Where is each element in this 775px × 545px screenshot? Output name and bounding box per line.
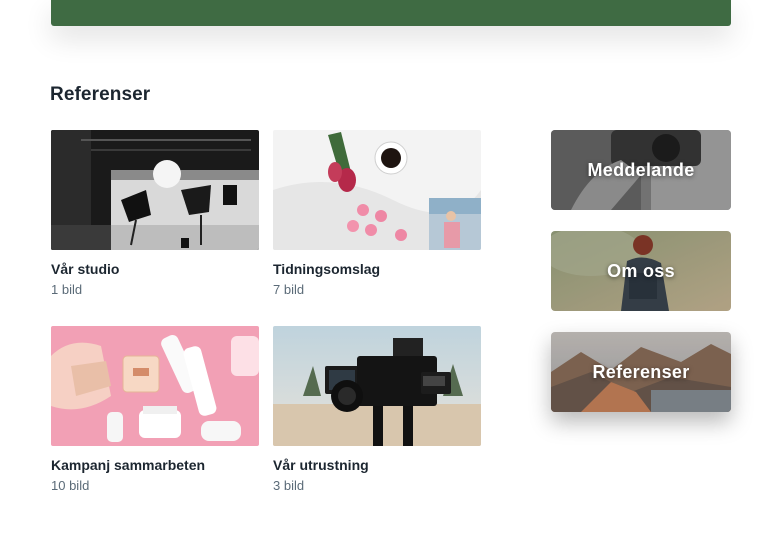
album-thumbnail-studio[interactable] — [51, 130, 259, 250]
album-card-campaign[interactable]: Kampanj sammarbeten 10 bild — [51, 326, 259, 494]
nav-tile-label: Referenser — [592, 361, 690, 382]
album-title[interactable]: Vår utrustning — [273, 457, 481, 474]
album-card-equipment[interactable]: Vår utrustning 3 bild — [273, 326, 481, 494]
album-count: 1 bild — [51, 282, 83, 297]
nav-tile-referenser[interactable]: Referenser — [551, 332, 731, 412]
album-card-studio[interactable]: Vår studio 1 bild — [51, 130, 259, 298]
nav-tile-meddelande[interactable]: Meddelande — [551, 130, 731, 210]
album-card-magazine[interactable]: Tidningsomslag 7 bild — [273, 130, 481, 298]
album-thumbnail-campaign[interactable] — [51, 326, 259, 446]
album-count: 3 bild — [273, 478, 305, 493]
album-count: 7 bild — [273, 282, 305, 297]
nav-tile-label: Om oss — [607, 260, 675, 281]
nav-tile-om-oss[interactable]: Om oss — [551, 231, 731, 311]
section-title: Referenser — [50, 84, 151, 105]
album-title[interactable]: Tidningsomslag — [273, 261, 481, 278]
nav-tile-label: Meddelande — [587, 159, 695, 180]
album-title[interactable]: Kampanj sammarbeten — [51, 457, 259, 474]
album-thumbnail-equipment[interactable] — [273, 326, 481, 446]
top-banner — [51, 0, 731, 26]
album-title[interactable]: Vår studio — [51, 261, 259, 278]
album-count: 10 bild — [51, 478, 90, 493]
album-thumbnail-magazine[interactable] — [273, 130, 481, 250]
